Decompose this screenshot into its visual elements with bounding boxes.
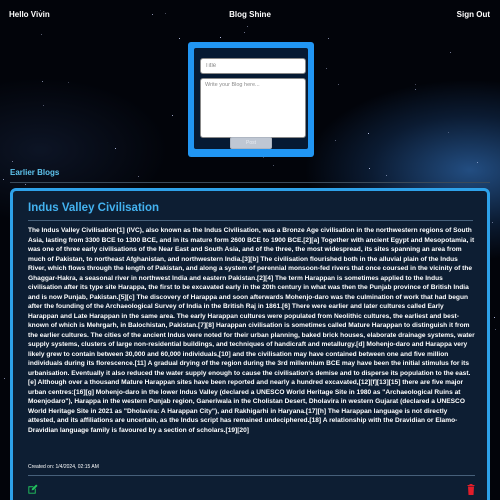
star bbox=[3, 179, 4, 180]
star bbox=[338, 84, 339, 85]
star bbox=[368, 133, 369, 134]
star bbox=[179, 38, 180, 39]
composer-form: Post bbox=[194, 48, 308, 149]
trash-icon[interactable] bbox=[467, 484, 475, 495]
earlier-blogs-heading: Earlier Blogs bbox=[10, 168, 60, 177]
blog-footer-divider bbox=[28, 475, 475, 476]
star bbox=[415, 84, 416, 85]
blog-body-input[interactable] bbox=[200, 78, 306, 138]
star bbox=[273, 165, 274, 166]
star bbox=[477, 162, 478, 163]
star bbox=[4, 378, 5, 379]
title-input[interactable] bbox=[200, 58, 306, 74]
star bbox=[386, 175, 387, 176]
section-divider bbox=[10, 182, 490, 183]
star bbox=[68, 82, 69, 83]
star bbox=[220, 37, 221, 38]
blog-title-divider bbox=[28, 220, 473, 221]
star bbox=[25, 184, 26, 185]
star bbox=[494, 317, 495, 318]
brand-title: Blog Shine bbox=[229, 10, 271, 19]
star bbox=[43, 105, 44, 106]
blog-title: Indus Valley Civilisation bbox=[28, 202, 160, 214]
star bbox=[335, 140, 336, 141]
star bbox=[328, 38, 329, 39]
edit-icon[interactable] bbox=[27, 484, 38, 495]
sign-out-button[interactable]: Sign Out bbox=[457, 10, 490, 19]
blog-body-text: The Indus Valley Civilisation[1] (IVC), … bbox=[28, 227, 475, 434]
star bbox=[42, 81, 43, 82]
star bbox=[450, 52, 451, 53]
star bbox=[326, 68, 327, 69]
star bbox=[448, 132, 449, 133]
post-button[interactable]: Post bbox=[230, 137, 272, 149]
star bbox=[41, 34, 42, 35]
star bbox=[369, 168, 370, 169]
star bbox=[172, 115, 173, 116]
blog-created-date: Created on: 1/4/2024, 02:15 AM bbox=[28, 464, 99, 470]
star bbox=[115, 148, 116, 149]
blog-composer: Post bbox=[188, 42, 314, 157]
star bbox=[12, 161, 13, 162]
star bbox=[492, 222, 493, 223]
star bbox=[138, 176, 139, 177]
top-navbar: Hello Vivin Blog Shine Sign Out bbox=[0, 0, 500, 30]
app-page: Hello Vivin Blog Shine Sign Out Post Ear… bbox=[0, 0, 500, 500]
star bbox=[495, 329, 496, 330]
star bbox=[263, 157, 264, 158]
blog-card: Indus Valley Civilisation The Indus Vall… bbox=[10, 188, 490, 500]
star bbox=[244, 32, 245, 33]
star bbox=[415, 89, 416, 90]
